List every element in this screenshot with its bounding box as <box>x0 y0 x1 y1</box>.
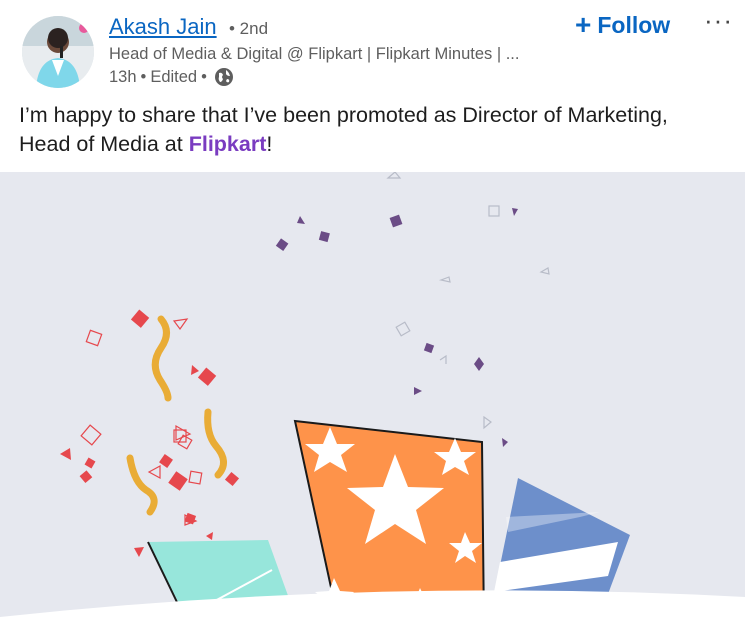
feed-post: Akash Jain • 2nd Head of Media & Digital… <box>0 0 745 629</box>
author-avatar[interactable] <box>22 16 94 88</box>
connection-degree: • 2nd <box>229 19 269 38</box>
follow-label: Follow <box>597 11 671 38</box>
celebration-illustration <box>0 171 745 629</box>
follow-button[interactable]: + Follow <box>569 9 676 41</box>
post-text: I’m happy to share that I’ve been promot… <box>19 101 724 159</box>
edited-label: Edited <box>150 68 198 86</box>
author-name[interactable]: Akash Jain <box>109 13 217 41</box>
post-image[interactable] <box>0 171 745 629</box>
author-headline: Head of Media & Digital @ Flipkart | Fli… <box>109 45 520 63</box>
post-text-end: ! <box>266 132 273 156</box>
globe-icon <box>214 67 234 87</box>
meta-separator: • <box>140 68 147 86</box>
meta-separator: • <box>201 68 207 86</box>
company-mention-link[interactable]: Flipkart <box>189 132 267 156</box>
plus-icon: + <box>575 9 592 40</box>
more-options-button[interactable]: ··· <box>698 4 739 37</box>
post-text-body: I’m happy to share that I’ve been promot… <box>19 103 668 156</box>
avatar-photo <box>22 16 94 88</box>
ellipsis-icon: ··· <box>704 5 733 35</box>
post-meta: 13h • Edited • <box>109 66 234 88</box>
post-time: 13h <box>109 68 137 86</box>
